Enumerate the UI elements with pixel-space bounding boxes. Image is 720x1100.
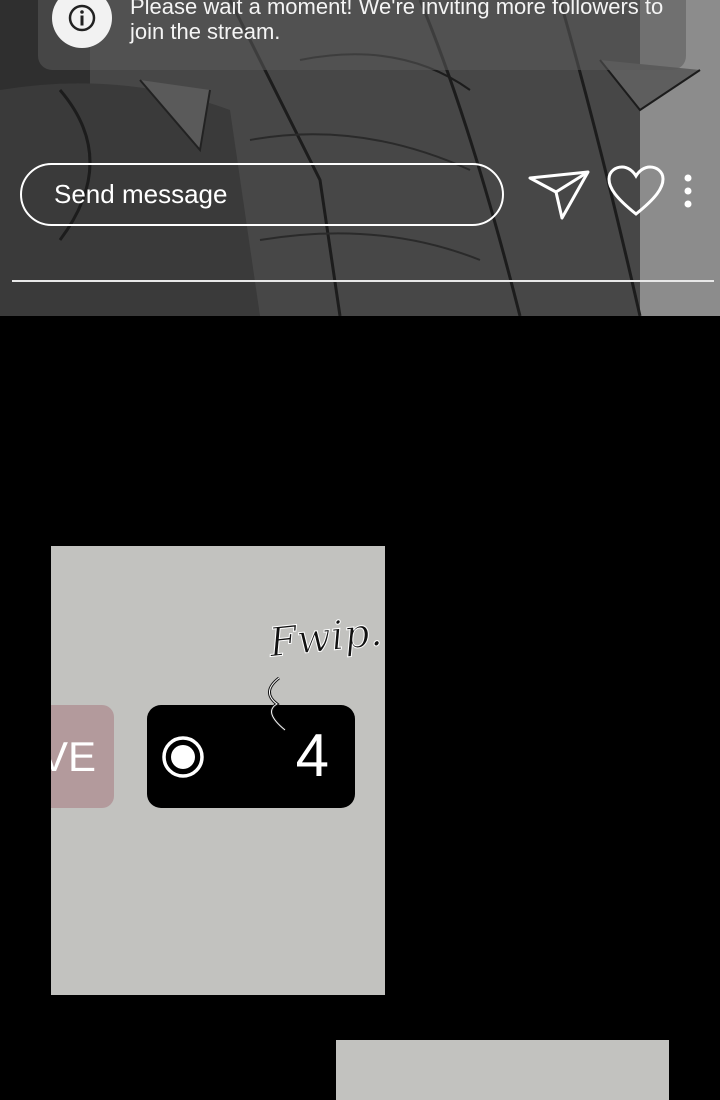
message-placeholder: Send message xyxy=(54,179,228,209)
more-icon[interactable] xyxy=(680,172,696,212)
heart-icon[interactable] xyxy=(606,164,666,218)
eye-icon xyxy=(162,736,204,778)
divider-line xyxy=(12,280,714,282)
stream-screen: Please wait a moment! We're inviting mor… xyxy=(0,0,720,316)
viewer-count-badge: 4 xyxy=(147,705,355,808)
notification-text: Please wait a moment! We're inviting mor… xyxy=(130,0,664,44)
send-icon[interactable] xyxy=(526,166,592,222)
comic-panel: VE 4 Fwip.. xyxy=(51,546,385,995)
next-comic-panel xyxy=(336,1040,669,1100)
sound-effect-text: Fwip.. xyxy=(266,607,385,667)
viewer-count: 4 xyxy=(295,722,329,789)
send-message-input[interactable]: Send message xyxy=(20,163,504,226)
sound-effect-tail xyxy=(268,676,286,732)
live-badge: VE xyxy=(51,705,114,808)
